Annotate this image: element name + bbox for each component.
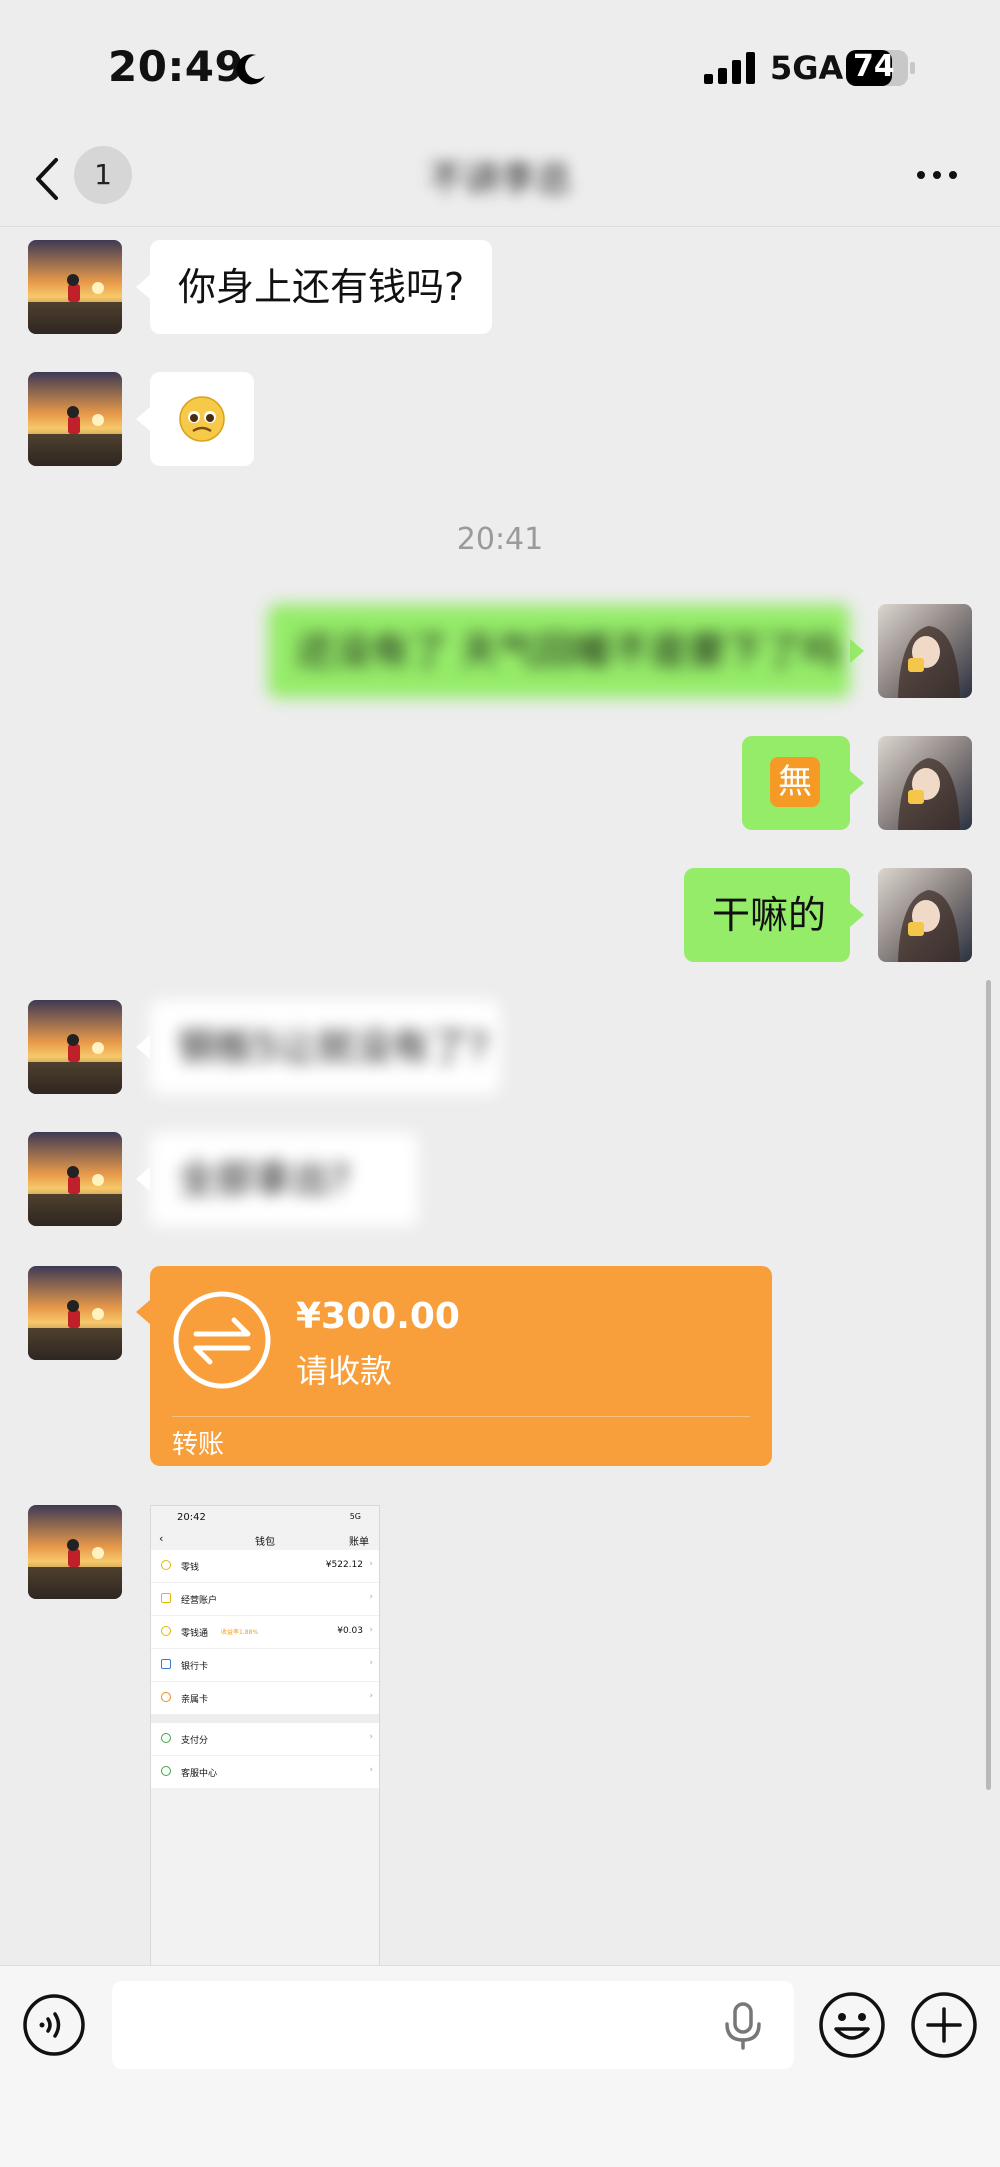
coin-icon <box>161 1560 171 1570</box>
microphone-icon[interactable] <box>722 2002 764 2050</box>
list-item: 支付分 › <box>151 1723 379 1756</box>
chevron-right-icon: › <box>369 1691 373 1701</box>
chevron-right-icon: › <box>369 1732 373 1742</box>
message-bubble-incoming[interactable] <box>150 372 254 466</box>
message-bubble-outgoing[interactable]: 干嘛的 <box>684 868 850 962</box>
scrollbar[interactable] <box>986 980 991 1790</box>
more-actions-plus-icon[interactable] <box>910 1991 978 2059</box>
contact-avatar[interactable] <box>28 372 122 466</box>
list-item: 零钱 ¥522.12 › <box>151 1550 379 1583</box>
message-bubble-incoming[interactable]: 钢板5让就没有了? <box>150 1000 500 1094</box>
divider <box>151 1715 379 1723</box>
list-item: 经营账户 › <box>151 1583 379 1616</box>
list-item: 零钱通 收益率1.88% ¥0.03 › <box>151 1616 379 1649</box>
status-bar: 20:49 5GA 74 <box>0 0 1000 130</box>
bubble-tail <box>850 639 864 663</box>
message-bubble-incoming[interactable]: 全部拿出? <box>150 1132 418 1226</box>
shot-status-bar: 20:42 5G <box>177 1512 361 1523</box>
pleading-face-emoji-icon <box>179 396 225 442</box>
free-of-charge-emoji-icon: 無 <box>770 757 820 807</box>
customer-service-icon <box>161 1766 171 1776</box>
transfer-card[interactable]: ¥300.00 请收款 转账 <box>150 1266 772 1466</box>
my-avatar[interactable] <box>878 604 972 698</box>
bank-card-icon <box>161 1659 171 1669</box>
chevron-right-icon: › <box>369 1765 373 1775</box>
list-item: 亲属卡 › <box>151 1682 379 1715</box>
transfer-arrows-icon <box>173 1291 271 1389</box>
message-bubble-outgoing[interactable]: 还没有了 天气回暖不是要下了吗 <box>268 604 850 698</box>
image-message[interactable]: 20:42 5G ‹ 钱包 账单 零钱 ¥522.12 › 经营账户 › 零钱通… <box>150 1505 380 1967</box>
transfer-amount: ¥300.00 <box>296 1296 460 1337</box>
more-options-icon[interactable] <box>912 160 962 190</box>
battery-level: 74 <box>853 49 895 84</box>
chevron-right-icon: › <box>369 1559 373 1569</box>
bubble-tail <box>136 1035 150 1059</box>
divider <box>172 1416 750 1417</box>
diamond-icon <box>161 1626 171 1636</box>
contact-avatar[interactable] <box>28 240 122 334</box>
message-timestamp: 20:41 <box>456 522 544 557</box>
list-item: 客服中心 › <box>151 1756 379 1789</box>
network-type: 5GA <box>770 49 844 87</box>
chevron-right-icon: › <box>369 1592 373 1602</box>
bubble-tail <box>136 275 150 299</box>
bubble-tail <box>136 1167 150 1191</box>
emoji-picker-icon[interactable] <box>818 1991 886 2059</box>
contact-avatar[interactable] <box>28 1132 122 1226</box>
contact-avatar[interactable] <box>28 1266 122 1360</box>
transfer-status: 请收款 <box>296 1352 393 1390</box>
chevron-right-icon: › <box>369 1625 373 1635</box>
bubble-tail <box>136 407 150 431</box>
transfer-label: 转账 <box>172 1430 225 1460</box>
shot-service-list: 支付分 › 客服中心 › <box>151 1723 379 1789</box>
bubble-tail <box>850 771 864 795</box>
contact-avatar[interactable] <box>28 1505 122 1599</box>
bubble-tail <box>136 1300 150 1324</box>
chevron-right-icon: › <box>369 1658 373 1668</box>
message-input[interactable] <box>112 1981 794 2069</box>
message-bubble-incoming[interactable]: 你身上还有钱吗? <box>150 240 493 334</box>
contact-avatar[interactable] <box>28 1000 122 1094</box>
message-bubble-outgoing[interactable]: 無 <box>742 736 850 830</box>
chat-title: 不讲李总 <box>427 159 572 200</box>
status-time: 20:49 <box>108 42 245 91</box>
shot-wallet-list: 零钱 ¥522.12 › 经营账户 › 零钱通 收益率1.88% ¥0.03 ›… <box>151 1550 379 1715</box>
my-avatar[interactable] <box>878 736 972 830</box>
shot-header: ‹ 钱包 账单 <box>159 1532 369 1548</box>
moon-icon <box>236 54 265 85</box>
input-bar <box>0 1965 1000 2167</box>
my-avatar[interactable] <box>878 868 972 962</box>
list-item: 银行卡 › <box>151 1649 379 1682</box>
signal-icon <box>704 52 755 84</box>
bubble-tail <box>850 903 864 927</box>
family-card-icon <box>161 1692 171 1702</box>
score-icon <box>161 1733 171 1743</box>
voice-input-icon[interactable] <box>22 1993 86 2057</box>
wallet-icon <box>161 1593 171 1603</box>
